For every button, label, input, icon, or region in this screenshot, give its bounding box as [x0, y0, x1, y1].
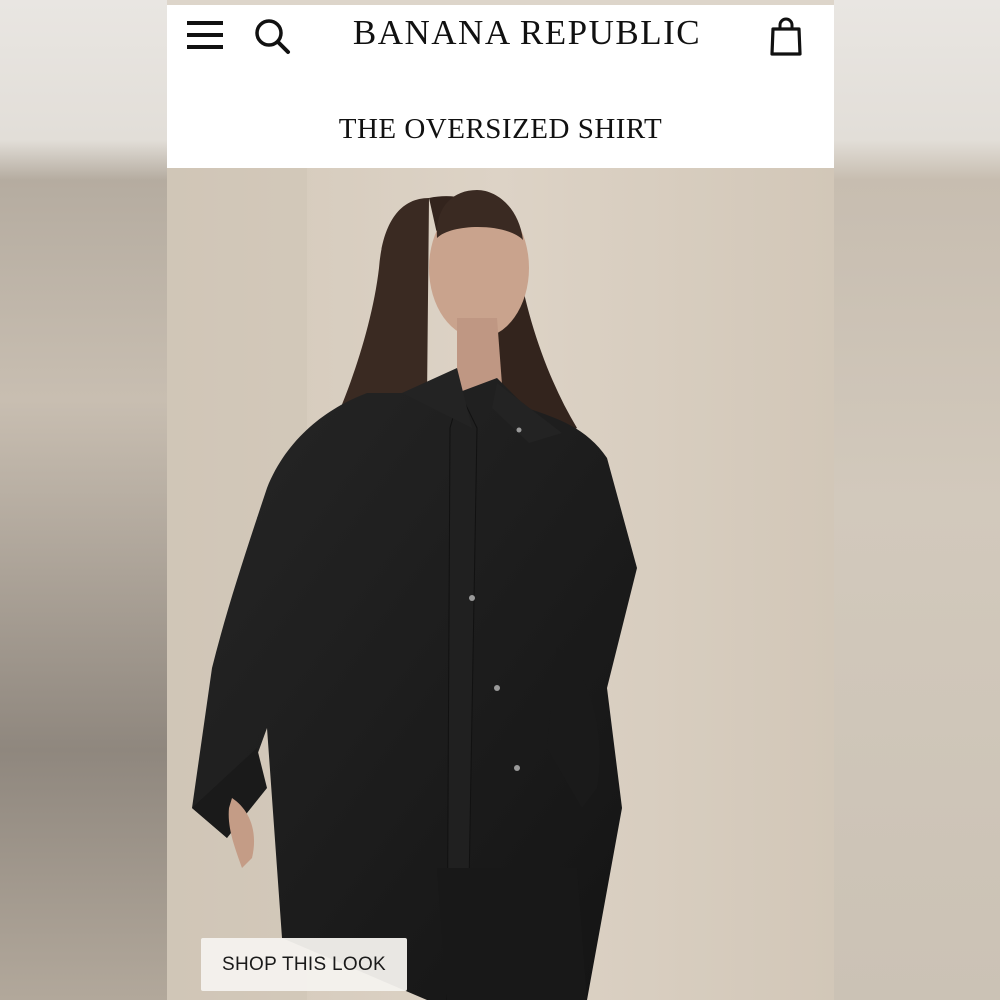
mobile-screen: BANANA REPUBLIC THE OVERSIZED SHIRT SHOP… — [167, 5, 834, 1000]
shopping-bag-icon[interactable] — [769, 17, 803, 57]
blurred-backdrop-right — [834, 0, 1000, 1000]
brand-logo[interactable]: BANANA REPUBLIC — [327, 13, 727, 53]
page-title: THE OVERSIZED SHIRT — [338, 113, 663, 145]
hamburger-menu-icon[interactable] — [187, 19, 225, 51]
blurred-backdrop-left — [0, 0, 167, 1000]
search-icon[interactable] — [253, 17, 291, 55]
shop-this-look-button[interactable]: SHOP THIS LOOK — [201, 938, 407, 991]
hero-image[interactable]: SHOP THIS LOOK — [167, 168, 834, 1000]
model-photo — [167, 168, 834, 1000]
top-navigation-bar: BANANA REPUBLIC — [167, 5, 834, 75]
